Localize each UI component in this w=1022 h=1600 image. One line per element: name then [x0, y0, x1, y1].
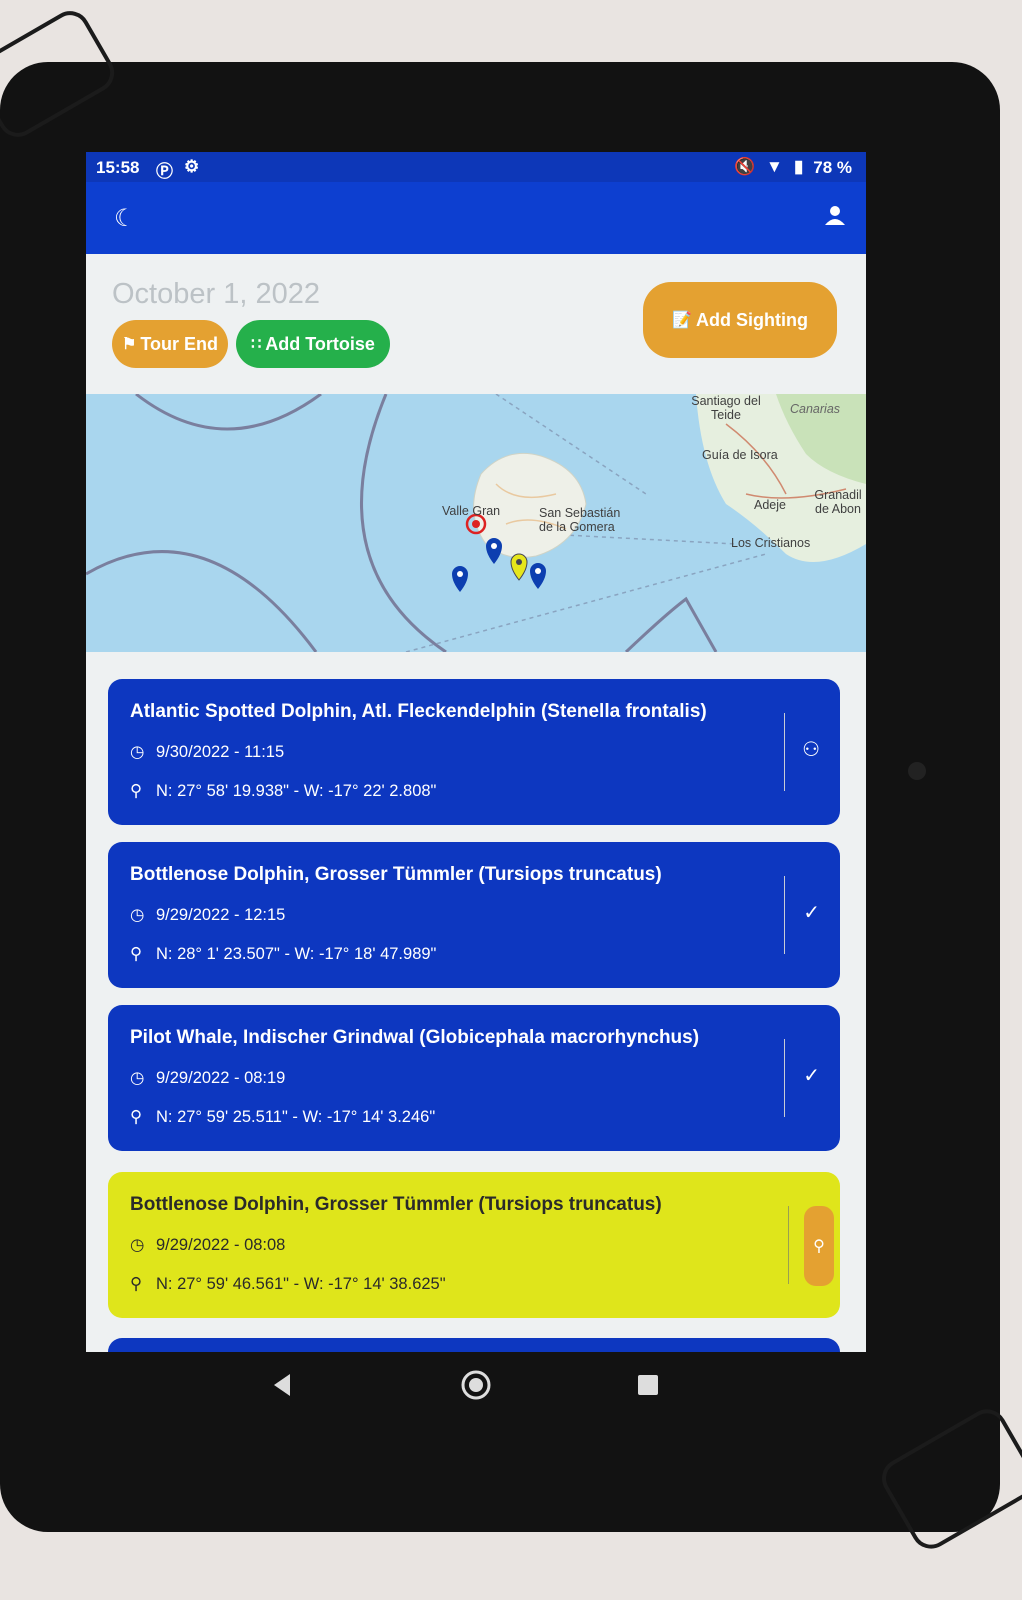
sighting-datetime-row: ◷ 9/29/2022 - 08:19	[130, 1068, 285, 1088]
add-location-button[interactable]: ⚲	[804, 1206, 834, 1286]
wifi-icon: ▼	[766, 157, 783, 176]
add-tortoise-label: Add Tortoise	[265, 333, 375, 354]
sighting-coords: N: 27° 58' 19.938" - W: -17° 22' 2.808"	[156, 781, 437, 800]
map-label-valle-gran: Valle Gran	[442, 504, 501, 518]
map-label-adeje: Adeje	[754, 498, 786, 512]
sighting-title: Bottlenose Dolphin, Grosser Tümmler (Tur…	[130, 864, 662, 885]
card-divider	[784, 876, 785, 954]
dark-mode-moon-icon[interactable]: ☾	[114, 204, 136, 233]
battery-level: 78 %	[813, 158, 852, 177]
camera-dot	[908, 762, 926, 780]
profile-icon[interactable]	[824, 204, 846, 231]
sighting-title: Bottlenose Dolphin, Grosser Tümmler (Tur…	[130, 1194, 662, 1215]
check-icon[interactable]: ✓	[803, 900, 820, 925]
home-button[interactable]	[456, 1366, 496, 1406]
map-label-santiago: Santiago del Teide	[691, 394, 761, 422]
sighting-coords: N: 27° 59' 46.561" - W: -17° 14' 38.625"	[156, 1274, 446, 1293]
map-graphics	[86, 394, 866, 652]
sighting-datetime: 9/29/2022 - 12:15	[156, 905, 286, 924]
location-pin-icon: ⚲	[130, 1275, 143, 1293]
tour-end-label: Tour End	[140, 333, 218, 354]
location-pin-icon: ⚲	[130, 945, 143, 963]
sightings-map[interactable]: Valle Gran San Sebastián de la Gomera Sa…	[86, 394, 866, 652]
check-icon[interactable]: ✓	[803, 1063, 820, 1088]
sighting-title: Pilot Whale, Indischer Grindwal (Globice…	[130, 1027, 700, 1048]
sighting-coords: N: 28° 1' 23.507" - W: -17° 18' 47.989"	[156, 944, 437, 963]
map-label-los-cristianos: Los Cristianos	[731, 536, 811, 550]
map-label-canarias: Canarias	[790, 402, 841, 416]
sighting-datetime-row: ◷ 9/30/2022 - 11:15	[130, 742, 284, 762]
app-screen: 15:58 Ⓟ ⚙ 🔇 ▼ ▮ 78 % ☾ October 1, 2022 ⚑…	[86, 152, 866, 1352]
sighting-card-partial[interactable]	[108, 1338, 840, 1352]
sighting-location-row: ⚲ N: 27° 59' 46.561" - W: -17° 14' 38.62…	[130, 1274, 446, 1294]
status-time: 15:58	[96, 158, 140, 177]
status-bar: 15:58 Ⓟ ⚙ 🔇 ▼ ▮ 78 %	[86, 152, 866, 182]
clock-icon: ◷	[130, 1236, 145, 1254]
sighting-datetime-row: ◷ 9/29/2022 - 12:15	[130, 905, 285, 925]
sighting-datetime-row: ◷ 9/29/2022 - 08:08	[130, 1235, 285, 1255]
sighting-location-row: ⚲ N: 28° 1' 23.507" - W: -17° 18' 47.989…	[130, 944, 436, 964]
sighting-card[interactable]: Bottlenose Dolphin, Grosser Tümmler (Tur…	[108, 842, 840, 988]
back-button[interactable]	[270, 1366, 310, 1406]
clock-icon: ◷	[130, 743, 145, 761]
app-bar: ☾	[86, 182, 866, 254]
card-divider	[788, 1206, 789, 1284]
card-divider	[784, 1039, 785, 1117]
map-label-guia: Guía de Isora	[702, 448, 778, 462]
circle-p-icon: Ⓟ	[156, 162, 173, 181]
location-pin-icon: ⚲	[130, 1108, 143, 1126]
gear-icon: ⚙	[184, 157, 200, 176]
sighting-datetime: 9/29/2022 - 08:19	[156, 1068, 286, 1087]
sighting-location-row: ⚲ N: 27° 58' 19.938" - W: -17° 22' 2.808…	[130, 781, 436, 801]
add-sighting-button[interactable]: 📝 Add Sighting	[643, 282, 837, 358]
tour-end-button[interactable]: ⚑ Tour End	[112, 320, 228, 368]
map-label-granadilla: Granadil de Abon	[814, 488, 862, 516]
sighting-card[interactable]: Atlantic Spotted Dolphin, Atl. Fleckende…	[108, 679, 840, 825]
note-add-icon: 📝	[672, 312, 692, 329]
group-icon[interactable]: ⚇	[802, 737, 820, 762]
flag-icon: ⚑	[122, 336, 137, 353]
sighting-card[interactable]: Pilot Whale, Indischer Grindwal (Globice…	[108, 1005, 840, 1151]
sighting-datetime: 9/29/2022 - 08:08	[156, 1235, 286, 1254]
sighting-card-highlighted[interactable]: Bottlenose Dolphin, Grosser Tümmler (Tur…	[108, 1172, 840, 1318]
clock-icon: ◷	[130, 1069, 145, 1087]
map-label-san-sebastian: San Sebastián de la Gomera	[539, 506, 621, 534]
location-pin-icon: ⚲	[130, 782, 143, 800]
tour-date: October 1, 2022	[112, 278, 320, 310]
add-sighting-label: Add Sighting	[695, 309, 808, 330]
sighting-location-row: ⚲ N: 27° 59' 25.511" - W: -17° 14' 3.246…	[130, 1107, 435, 1127]
sighting-coords: N: 27° 59' 25.511" - W: -17° 14' 3.246"	[156, 1107, 436, 1126]
mute-icon: 🔇	[734, 157, 756, 176]
battery-icon: ▮	[794, 157, 804, 176]
tortoise-icon: ∷	[251, 336, 262, 353]
add-tortoise-button[interactable]: ∷ Add Tortoise	[236, 320, 390, 368]
tour-header: October 1, 2022 ⚑ Tour End ∷ Add Tortois…	[86, 254, 866, 394]
sighting-title: Atlantic Spotted Dolphin, Atl. Fleckende…	[130, 701, 707, 722]
card-divider	[784, 713, 785, 791]
add-location-icon: ⚲	[813, 1238, 825, 1255]
clock-icon: ◷	[130, 906, 145, 924]
recents-button[interactable]	[628, 1366, 668, 1406]
sighting-datetime: 9/30/2022 - 11:15	[156, 742, 285, 761]
